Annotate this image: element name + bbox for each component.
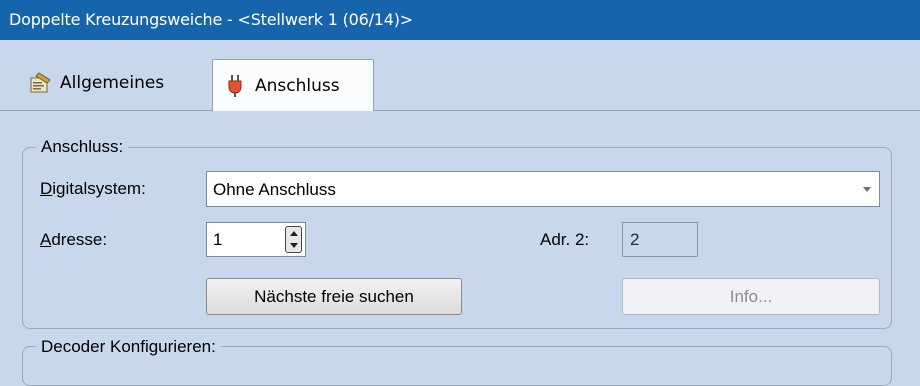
chevron-down-icon[interactable]: [863, 187, 871, 192]
adresse-value: 1: [213, 230, 223, 249]
adr2-value: 2: [630, 230, 640, 249]
window-title: Doppelte Kreuzungsweiche - <Stellwerk 1 …: [9, 10, 413, 29]
adresse-label: Adresse:: [40, 230, 108, 249]
tab-label: Allgemeines: [60, 73, 165, 93]
title-bar[interactable]: Doppelte Kreuzungsweiche - <Stellwerk 1 …: [0, 0, 920, 40]
digitalsystem-value: Ohne Anschluss: [213, 180, 336, 199]
tab-anschluss[interactable]: Anschluss: [212, 59, 374, 111]
adresse-stepper[interactable]: 1: [206, 222, 306, 257]
next-free-button[interactable]: Nächste freie suchen: [206, 278, 462, 315]
tab-label: Anschluss: [255, 75, 340, 96]
adr2-field: 2: [622, 222, 698, 257]
plug-icon: [223, 74, 247, 98]
tab-allgemeines[interactable]: Allgemeines: [18, 60, 208, 106]
properties-icon: [28, 71, 52, 95]
arrow-down-icon[interactable]: [290, 243, 298, 248]
decoder-group-legend: Decoder Konfigurieren:: [36, 337, 221, 357]
info-button[interactable]: Info...: [622, 278, 880, 315]
arrow-up-icon[interactable]: [290, 231, 298, 236]
adr2-label: Adr. 2:: [540, 230, 590, 249]
anschluss-group-legend: Anschluss:: [36, 137, 129, 157]
digitalsystem-label: Digitalsystem:: [40, 179, 146, 198]
stepper-buttons[interactable]: [285, 226, 302, 253]
digitalsystem-select[interactable]: Ohne Anschluss: [206, 171, 880, 207]
